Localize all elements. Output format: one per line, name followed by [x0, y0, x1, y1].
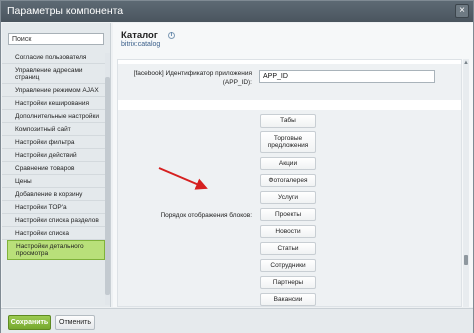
sidebar-scrollbar-thumb[interactable] — [105, 77, 110, 295]
sidebar-item-label: Дополнительные настройки — [15, 112, 100, 120]
sidebar-item-label: Настройки кеширования — [15, 99, 90, 107]
component-code: bitrix:catalog — [121, 41, 161, 48]
main-panel: Каталог i bitrix:catalog [facebook] Иден… — [113, 23, 473, 307]
sidebar-item[interactable]: Добавление в корзину — [2, 188, 105, 201]
block-order-item[interactable]: Проекты — [260, 207, 316, 221]
sidebar-item-label: Настройки списка разделов — [15, 216, 99, 224]
block-order-list: Табы Торговые предложения Акции Фотогалерея… — [260, 114, 316, 306]
cancel-button[interactable]: Отменить — [55, 315, 95, 330]
component-title: Каталог — [121, 30, 158, 41]
sidebar-item[interactable]: Настройки кеширования — [2, 97, 105, 110]
sidebar-search-input[interactable] — [8, 33, 104, 45]
block-order-item[interactable]: Новости — [260, 224, 316, 238]
block-order-item[interactable]: Статьи — [260, 241, 316, 255]
sidebar-item-label: Настройки списка — [15, 229, 69, 237]
block-order-row: Порядок отображения блоков: Табы Торговые… — [118, 110, 461, 306]
app-id-label: [facebook] Идентификатор приложения (APP… — [133, 70, 252, 86]
sidebar-item-label: Настройки детального просмотра — [16, 243, 84, 257]
sidebar-item[interactable]: Управление режимом AJAX — [2, 84, 105, 97]
save-button[interactable]: Сохранить — [8, 315, 51, 330]
sidebar-item-label: Настройки фильтра — [15, 138, 75, 146]
block-order-item[interactable]: Сотрудники — [260, 258, 316, 272]
sidebar-item[interactable]: Настройки ТОР'а — [2, 201, 105, 214]
sidebar-item-label: Управление режимом AJAX — [15, 86, 99, 94]
sidebar-item-label: Сравнение товаров — [15, 164, 75, 172]
sidebar-item-label: Добавление в корзину — [15, 190, 83, 198]
scroll-up-icon[interactable]: ▲ — [463, 60, 469, 66]
close-icon[interactable]: × — [455, 4, 469, 18]
sidebar-nav: Согласие пользователя Управление адресами… — [2, 52, 105, 260]
sidebar-item[interactable]: Настройки детального просмотра — [7, 240, 105, 260]
sidebar-item[interactable]: Композитный сайт — [2, 123, 105, 136]
block-order-item[interactable]: Услуги — [260, 190, 316, 204]
sidebar-item[interactable]: Настройки действий — [2, 149, 105, 162]
block-order-item[interactable]: Табы — [260, 114, 316, 128]
content-scrollbar[interactable]: ▲ — [463, 59, 469, 307]
block-order-item[interactable]: Партнеры — [260, 275, 316, 289]
sidebar-item-label: Цены — [15, 177, 32, 185]
sidebar-item[interactable]: Управление адресами страниц — [2, 64, 105, 84]
sidebar-item-label: Настройки ТОР'а — [15, 203, 67, 211]
dialog-title: Параметры компонента — [7, 5, 124, 17]
app-id-input[interactable] — [259, 70, 435, 83]
content-scrollbar-thumb[interactable] — [464, 255, 468, 265]
block-order-item[interactable]: Акции — [260, 156, 316, 170]
sidebar-item[interactable]: Дополнительные настройки — [2, 110, 105, 123]
sidebar-item[interactable]: Согласие пользователя — [2, 52, 105, 64]
block-order-item[interactable]: Торговые предложения — [260, 131, 316, 153]
block-order-label: Порядок отображения блоков: — [160, 212, 252, 219]
sidebar: Согласие пользователя Управление адресами… — [2, 23, 111, 307]
sidebar-item-label: Управление адресами страниц — [15, 66, 83, 81]
sidebar-item[interactable]: Настройки списка разделов — [2, 214, 105, 227]
component-parameters-dialog: Параметры компонента × Согласие пользова… — [0, 0, 474, 333]
sidebar-item-label: Композитный сайт — [15, 125, 71, 133]
sidebar-item[interactable]: Настройки списка — [2, 227, 105, 240]
sidebar-item-label: Настройки действий — [15, 151, 77, 159]
block-order-item[interactable]: Фотогалерея — [260, 173, 316, 187]
dialog-titlebar[interactable]: Параметры компонента × — [1, 1, 473, 22]
info-icon[interactable]: i — [168, 32, 175, 39]
sidebar-item[interactable]: Сравнение товаров — [2, 162, 105, 175]
sidebar-item[interactable]: Настройки фильтра — [2, 136, 105, 149]
app-id-row: [facebook] Идентификатор приложения (APP… — [118, 64, 461, 100]
block-order-item[interactable]: Вакансии — [260, 292, 316, 306]
sidebar-item-label: Согласие пользователя — [15, 54, 87, 61]
sidebar-scrollbar[interactable] — [105, 53, 110, 305]
sidebar-item[interactable]: Цены — [2, 175, 105, 188]
dialog-footer: Сохранить Отменить — [1, 308, 473, 333]
settings-content: [facebook] Идентификатор приложения (APP… — [117, 59, 462, 307]
